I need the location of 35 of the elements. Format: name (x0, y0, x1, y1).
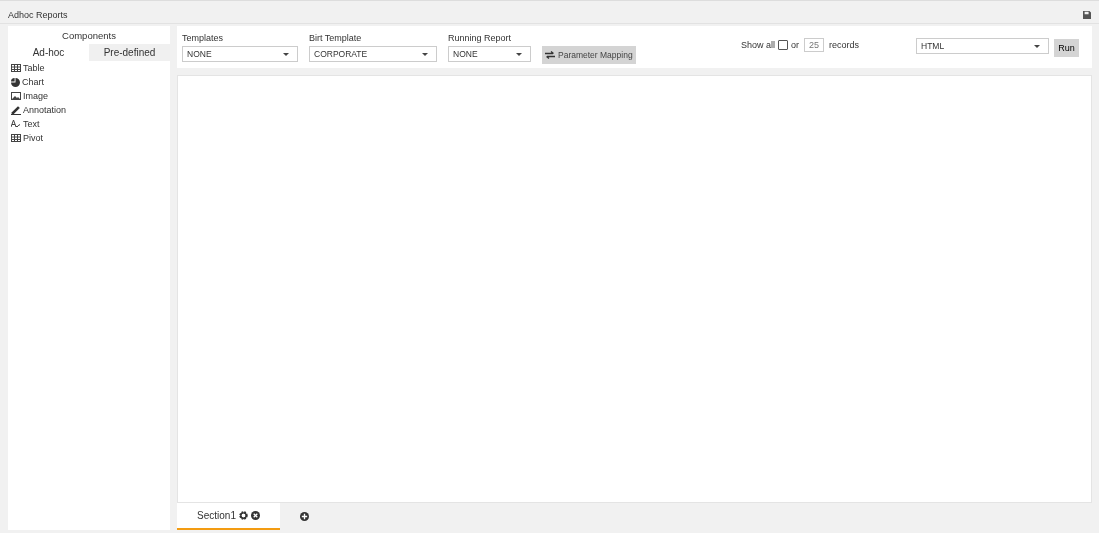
component-item[interactable]: Chart (22, 77, 44, 87)
swap-icon (545, 51, 555, 59)
save-icon[interactable] (1083, 10, 1091, 19)
add-icon[interactable] (300, 512, 309, 521)
dropdown[interactable]: CORPORATE (309, 46, 437, 62)
dropdown[interactable]: NONE (448, 46, 531, 62)
pie-chart-icon (11, 77, 20, 87)
component-item[interactable]: Annotation (23, 105, 67, 115)
text-icon (11, 119, 21, 129)
select-label: Birt Template (309, 33, 363, 43)
window-title: Adhoc Reports (8, 9, 68, 20)
grid-icon (11, 134, 21, 142)
select-label: Templates (182, 33, 225, 43)
pencil-icon (11, 105, 21, 115)
gear-icon[interactable] (238, 511, 248, 520)
component-item[interactable]: Text (23, 119, 40, 129)
select-label: Running Report (448, 33, 513, 43)
run-button[interactable]: Run (1054, 39, 1079, 57)
grid-icon (11, 64, 21, 72)
close-icon[interactable] (250, 511, 260, 520)
section-tab[interactable]: Section1 (177, 503, 280, 530)
or-label: or (790, 40, 799, 50)
panel-tab[interactable]: Pre-defined (89, 44, 170, 61)
parameter-mapping-button[interactable]: Parameter Mapping (542, 46, 636, 64)
panel-title: Components (61, 29, 117, 43)
component-item[interactable]: Image (23, 91, 48, 101)
image-icon (11, 92, 21, 100)
records-input[interactable]: 25 (803, 38, 824, 52)
checkbox[interactable] (777, 40, 788, 50)
records-label: records (829, 40, 859, 50)
format-dropdown[interactable]: HTML (916, 38, 1049, 54)
dropdown[interactable]: NONE (182, 46, 298, 62)
show-all-label: Show all (740, 40, 775, 50)
component-item[interactable]: Table (23, 63, 45, 73)
component-item[interactable]: Pivot (23, 133, 43, 143)
